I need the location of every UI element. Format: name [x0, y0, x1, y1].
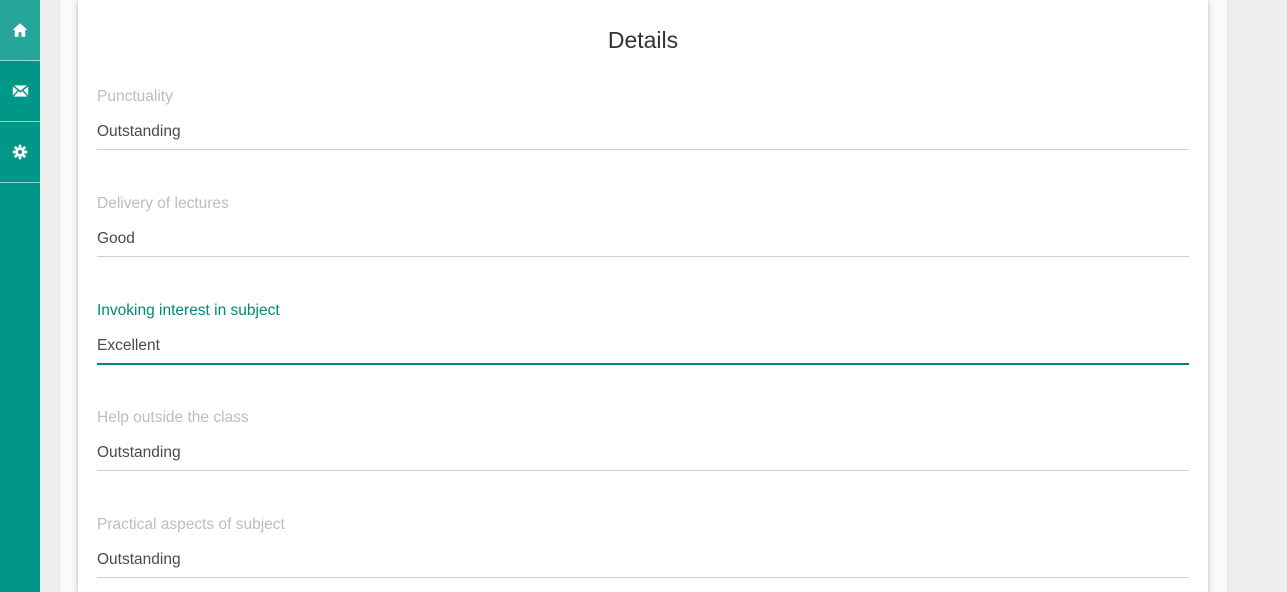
- mail-icon: [11, 84, 29, 98]
- field-label: Punctuality: [97, 88, 173, 105]
- field-underline: [97, 470, 1189, 471]
- field-value[interactable]: Outstanding: [97, 444, 181, 462]
- field-label: Invoking interest in subject: [97, 302, 280, 319]
- sidebar-item-home[interactable]: [0, 0, 40, 61]
- field-label: Delivery of lectures: [97, 195, 229, 212]
- field-invoking-interest[interactable]: Invoking interest in subject Excellent: [97, 302, 1189, 372]
- field-punctuality[interactable]: Punctuality Outstanding: [97, 88, 1189, 158]
- field-practical-aspects[interactable]: Practical aspects of subject Outstanding: [97, 516, 1189, 586]
- sidebar-item-mail[interactable]: [0, 61, 40, 122]
- field-value[interactable]: Good: [97, 230, 135, 248]
- field-underline: [97, 577, 1189, 578]
- home-icon: [11, 21, 29, 39]
- field-value[interactable]: Outstanding: [97, 551, 181, 569]
- field-value[interactable]: Outstanding: [97, 123, 181, 141]
- gear-icon: [12, 144, 28, 160]
- sidebar: [0, 0, 40, 592]
- field-underline: [97, 256, 1189, 257]
- details-card: Details Punctuality Outstanding Delivery…: [78, 0, 1208, 592]
- sidebar-item-settings[interactable]: [0, 122, 40, 183]
- field-underline: [97, 149, 1189, 150]
- field-label: Help outside the class: [97, 409, 249, 426]
- field-underline: [97, 363, 1189, 365]
- card-title: Details: [607, 27, 679, 53]
- field-help-outside-class[interactable]: Help outside the class Outstanding: [97, 409, 1189, 479]
- field-value[interactable]: Excellent: [97, 337, 160, 355]
- field-delivery-of-lectures[interactable]: Delivery of lectures Good: [97, 195, 1189, 265]
- field-label: Practical aspects of subject: [97, 516, 285, 533]
